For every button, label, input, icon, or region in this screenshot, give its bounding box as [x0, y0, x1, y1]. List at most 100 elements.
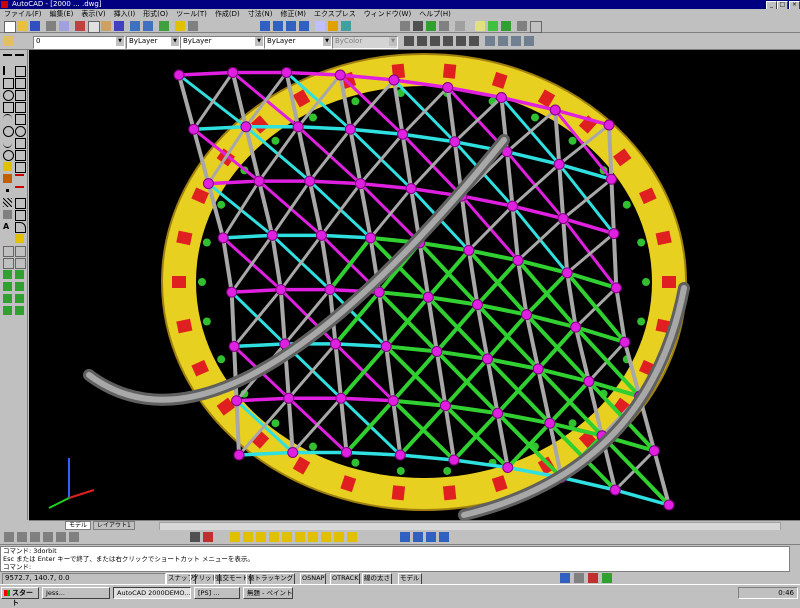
menu-edit[interactable]: 編集(E)	[46, 9, 78, 19]
materials-icon[interactable]	[501, 21, 511, 31]
menu-draw[interactable]: 作成(D)	[211, 9, 244, 19]
command-line[interactable]: コマンド: 3dorbit Esc または Enter キーで終了、または右クリッ…	[0, 546, 790, 572]
plotstyle-combo[interactable]: ByColor ▼	[332, 36, 398, 49]
nw-iso-icon[interactable]	[524, 36, 534, 46]
view-top-icon[interactable]	[404, 36, 414, 46]
ucs-icon[interactable]	[188, 21, 198, 31]
break-icon[interactable]	[15, 198, 26, 209]
snap-nearest-icon[interactable]	[334, 532, 344, 542]
linetype-combo[interactable]: ByLayer ▼	[180, 36, 264, 49]
view-back-icon[interactable]	[469, 36, 479, 46]
menu-dimension[interactable]: 寸法(N)	[244, 9, 277, 19]
cut-icon[interactable]	[75, 21, 85, 31]
rotate-icon[interactable]	[15, 126, 26, 137]
snap-midpoint-icon[interactable]	[243, 532, 253, 542]
stretch-icon[interactable]	[15, 150, 26, 161]
background-icon[interactable]	[530, 21, 542, 33]
paste-icon[interactable]	[101, 21, 111, 31]
undo-icon[interactable]	[130, 21, 140, 31]
open-icon[interactable]	[17, 21, 27, 31]
revolve-icon[interactable]	[3, 294, 12, 303]
task-button[interactable]: [PS] ...	[194, 587, 240, 599]
dimension-radius-icon[interactable]	[43, 532, 53, 542]
interfere-icon[interactable]	[15, 306, 24, 315]
lengthen-icon[interactable]	[15, 162, 26, 173]
drawing-canvas[interactable]	[29, 50, 800, 520]
rectangle-icon[interactable]	[3, 102, 14, 113]
mirror-icon[interactable]	[15, 78, 26, 89]
multiline-text-icon[interactable]: A	[3, 222, 12, 231]
trim-icon[interactable]	[15, 174, 24, 185]
extrude-icon[interactable]	[15, 282, 24, 291]
clock[interactable]: 0:46	[778, 589, 794, 597]
sphere-icon[interactable]	[15, 246, 26, 257]
snap-tangent-icon[interactable]	[295, 532, 305, 542]
shade-icon[interactable]	[439, 21, 449, 31]
status-tray-icon[interactable]	[560, 573, 570, 583]
named-views-icon[interactable]	[413, 21, 423, 31]
erase-icon[interactable]	[15, 54, 24, 65]
task-button[interactable]: Jess...	[42, 587, 110, 599]
region-icon[interactable]	[3, 210, 12, 219]
properties-icon[interactable]	[315, 21, 325, 31]
layers-icon[interactable]	[4, 36, 14, 46]
chevron-down-icon[interactable]: ▼	[255, 37, 263, 46]
dimension-aligned-icon[interactable]	[17, 532, 27, 542]
zoom-window-icon[interactable]	[286, 21, 296, 31]
menu-insert[interactable]: 挿入(I)	[110, 9, 140, 19]
offset-icon[interactable]	[15, 90, 26, 101]
fillet-icon[interactable]	[15, 222, 26, 233]
dimension-angular-icon[interactable]	[69, 532, 79, 542]
snap-none-icon[interactable]	[347, 532, 357, 542]
task-button-active[interactable]: AutoCAD 2000DEMO...	[113, 587, 191, 599]
snap-quadrant-icon[interactable]	[282, 532, 292, 542]
spline-icon[interactable]	[3, 138, 12, 148]
menu-express[interactable]: エクスプレス	[310, 9, 360, 19]
preview-icon[interactable]	[59, 21, 69, 31]
view-front-icon[interactable]	[456, 36, 466, 46]
menu-file[interactable]: ファイル(F)	[0, 9, 46, 19]
chevron-down-icon[interactable]: ▼	[389, 37, 397, 46]
ellipse-icon[interactable]	[3, 150, 14, 161]
union-icon[interactable]	[3, 270, 12, 279]
arc-icon[interactable]	[3, 114, 12, 124]
task-button[interactable]: 無題 - ペイント	[243, 587, 293, 599]
cone-icon[interactable]	[15, 258, 26, 269]
render-icon[interactable]	[455, 21, 465, 31]
status-tray-icon[interactable]	[574, 573, 584, 583]
se-iso-icon[interactable]	[498, 36, 508, 46]
snap-center-icon[interactable]	[269, 532, 279, 542]
command-scrollbar[interactable]	[790, 546, 800, 572]
dimension-diameter-icon[interactable]	[56, 532, 66, 542]
landscape-icon[interactable]	[517, 21, 527, 31]
chamfer-icon[interactable]	[15, 210, 26, 221]
lineweight-combo[interactable]: ByLayer ▼	[264, 36, 332, 49]
menu-tools[interactable]: ツール(T)	[172, 9, 211, 19]
view-bottom-icon[interactable]	[417, 36, 427, 46]
line-icon[interactable]	[3, 54, 12, 65]
menu-modify[interactable]: 修正(M)	[276, 9, 310, 19]
chevron-down-icon[interactable]: ▼	[323, 37, 331, 46]
menu-window[interactable]: ウィンドウ(W)	[360, 9, 415, 19]
ne-iso-icon[interactable]	[511, 36, 521, 46]
point-icon[interactable]	[6, 189, 9, 192]
polygon-icon[interactable]	[3, 90, 14, 101]
snap-intersection-icon[interactable]	[256, 532, 266, 542]
ucs-origin-icon[interactable]	[203, 532, 213, 542]
scene-icon[interactable]	[488, 21, 498, 31]
cylinder-icon[interactable]	[3, 258, 14, 269]
construction-line-icon[interactable]	[3, 66, 14, 75]
redo-icon[interactable]	[143, 21, 153, 31]
save-icon[interactable]	[30, 21, 40, 31]
print-icon[interactable]	[46, 21, 56, 31]
scale-icon[interactable]	[15, 138, 26, 149]
tab-layout1[interactable]: レイアウト1	[92, 521, 135, 530]
tab-model[interactable]: モデル	[65, 521, 92, 530]
light-icon[interactable]	[475, 21, 485, 31]
copy-object-icon[interactable]	[15, 66, 26, 77]
design-center-icon[interactable]	[328, 21, 338, 31]
menu-format[interactable]: 形式(O)	[139, 9, 172, 19]
view-icon[interactable]	[400, 21, 410, 31]
zoom-previous-icon[interactable]	[299, 21, 309, 31]
status-tray-icon[interactable]	[602, 573, 612, 583]
